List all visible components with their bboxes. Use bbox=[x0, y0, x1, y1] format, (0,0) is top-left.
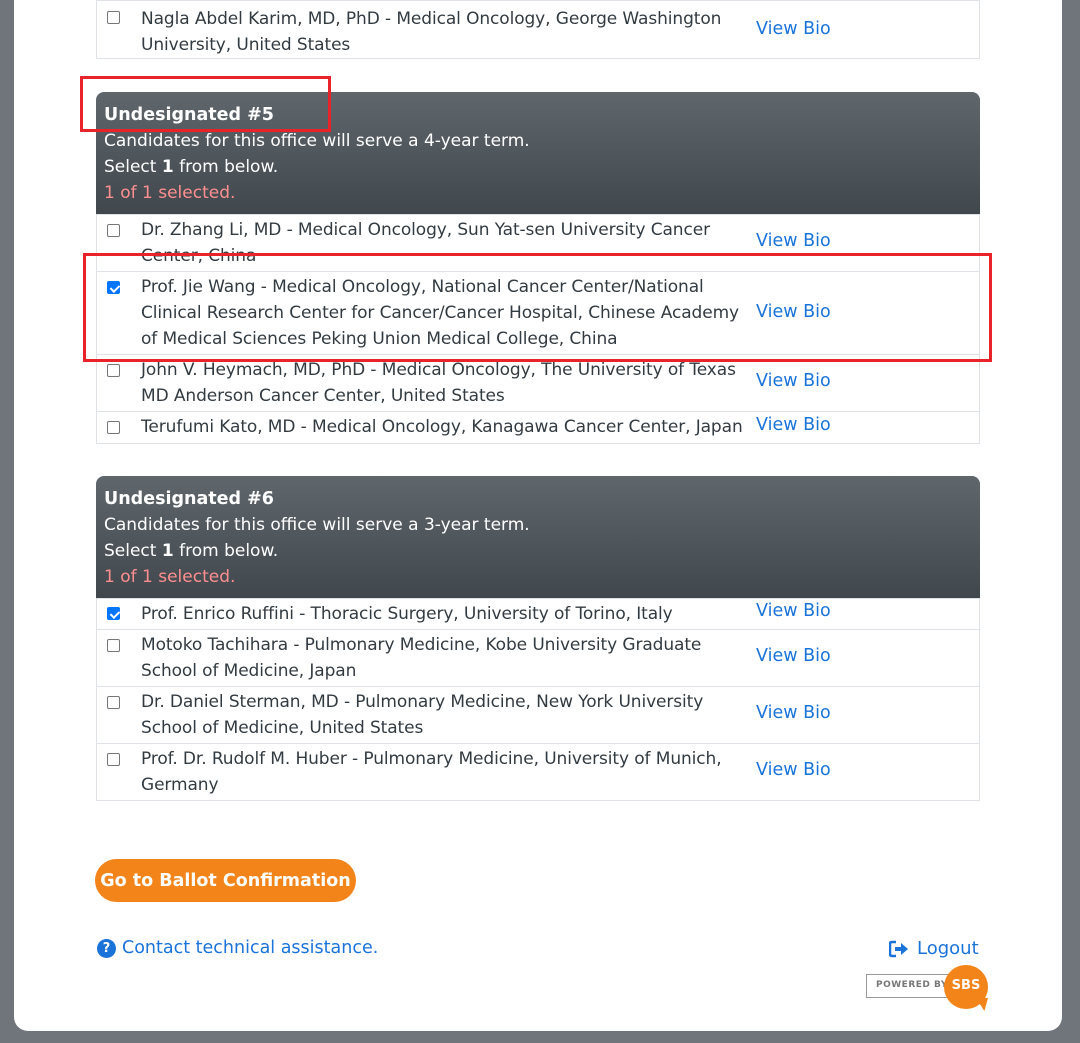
candidate-row: Nagla Abdel Karim, MD, PhD - Medical Onc… bbox=[97, 0, 979, 58]
contact-technical-assistance-link[interactable]: ? Contact technical assistance. bbox=[97, 938, 378, 958]
candidate-checkbox[interactable] bbox=[107, 639, 120, 652]
candidate-checkbox[interactable] bbox=[107, 753, 120, 766]
sign-out-icon bbox=[889, 940, 908, 957]
candidate-name: Terufumi Kato, MD - Medical Oncology, Ka… bbox=[141, 417, 743, 437]
candidate-name: John V. Heymach, MD, PhD - Medical Oncol… bbox=[141, 360, 736, 406]
office-select-instruction: Select 1 from below. bbox=[104, 157, 279, 177]
powered-by-sbs-logo: POWERED BY SBS bbox=[866, 965, 988, 1011]
candidate-row: Prof. Jie Wang - Medical Oncology, Natio… bbox=[97, 271, 979, 354]
candidate-name: Dr. Daniel Sterman, MD - Pulmonary Medic… bbox=[141, 692, 704, 738]
view-bio-link[interactable]: View Bio bbox=[756, 19, 831, 39]
candidate-row: Terufumi Kato, MD - Medical Oncology, Ka… bbox=[97, 411, 979, 443]
go-to-ballot-confirmation-button[interactable]: Go to Ballot Confirmation bbox=[95, 859, 356, 902]
logout-label: Logout bbox=[917, 938, 979, 959]
candidate-checkbox-checked[interactable] bbox=[107, 607, 120, 620]
view-bio-link[interactable]: View Bio bbox=[756, 231, 831, 251]
candidate-name: Prof. Dr. Rudolf M. Huber - Pulmonary Me… bbox=[141, 749, 722, 795]
candidate-name: Motoko Tachihara - Pulmonary Medicine, K… bbox=[141, 635, 702, 681]
view-bio-link[interactable]: View Bio bbox=[756, 646, 831, 666]
candidate-row: Prof. Enrico Ruffini - Thoracic Surgery,… bbox=[97, 598, 979, 629]
candidate-checkbox-checked[interactable] bbox=[107, 281, 120, 294]
candidate-table-undesignated-5: Dr. Zhang Li, MD - Medical Oncology, Sun… bbox=[96, 214, 980, 444]
candidate-checkbox[interactable] bbox=[107, 11, 120, 24]
candidate-checkbox[interactable] bbox=[107, 696, 120, 709]
candidate-name: Nagla Abdel Karim, MD, PhD - Medical Onc… bbox=[141, 9, 722, 55]
selected-status: 1 of 1 selected. bbox=[104, 183, 236, 203]
office-header-undesignated-5: Undesignated #5 Candidates for this offi… bbox=[96, 92, 980, 214]
selected-status: 1 of 1 selected. bbox=[104, 567, 236, 587]
office-title: Undesignated #5 bbox=[104, 105, 274, 125]
candidate-row: Prof. Dr. Rudolf M. Huber - Pulmonary Me… bbox=[97, 743, 979, 800]
candidate-checkbox[interactable] bbox=[107, 421, 120, 434]
candidate-checkbox[interactable] bbox=[107, 224, 120, 237]
candidate-row: Dr. Daniel Sterman, MD - Pulmonary Medic… bbox=[97, 686, 979, 743]
office-select-instruction: Select 1 from below. bbox=[104, 541, 279, 561]
help-link-label: Contact technical assistance. bbox=[122, 938, 379, 958]
logout-link[interactable]: Logout bbox=[889, 938, 979, 959]
view-bio-link[interactable]: View Bio bbox=[756, 760, 831, 780]
candidate-name: Dr. Zhang Li, MD - Medical Oncology, Sun… bbox=[141, 220, 710, 266]
prior-candidate-table: Nagla Abdel Karim, MD, PhD - Medical Onc… bbox=[96, 0, 980, 59]
candidate-name: Prof. Jie Wang - Medical Oncology, Natio… bbox=[141, 277, 739, 349]
view-bio-link[interactable]: View Bio bbox=[756, 703, 831, 723]
candidate-row: John V. Heymach, MD, PhD - Medical Oncol… bbox=[97, 354, 979, 411]
candidate-table-undesignated-6: Prof. Enrico Ruffini - Thoracic Surgery,… bbox=[96, 598, 980, 801]
office-term: Candidates for this office will serve a … bbox=[104, 131, 530, 151]
office-header-undesignated-6: Undesignated #6 Candidates for this offi… bbox=[96, 476, 980, 598]
candidate-row: Dr. Zhang Li, MD - Medical Oncology, Sun… bbox=[97, 214, 979, 271]
office-title: Undesignated #6 bbox=[104, 489, 274, 509]
view-bio-link[interactable]: View Bio bbox=[756, 371, 831, 391]
sbs-logo: SBS bbox=[944, 965, 988, 1009]
question-circle-icon: ? bbox=[97, 938, 116, 958]
view-bio-link[interactable]: View Bio bbox=[756, 302, 831, 322]
view-bio-link[interactable]: View Bio bbox=[756, 601, 831, 621]
candidate-name: Prof. Enrico Ruffini - Thoracic Surgery,… bbox=[141, 604, 673, 624]
candidate-row: Motoko Tachihara - Pulmonary Medicine, K… bbox=[97, 629, 979, 686]
office-term: Candidates for this office will serve a … bbox=[104, 515, 530, 535]
candidate-checkbox[interactable] bbox=[107, 364, 120, 377]
view-bio-link[interactable]: View Bio bbox=[756, 415, 831, 435]
